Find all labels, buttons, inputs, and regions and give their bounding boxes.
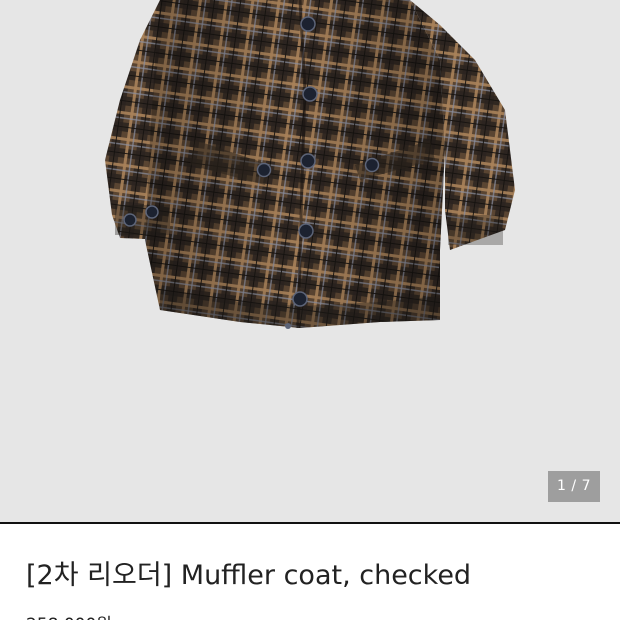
image-counter-current: 1: [557, 478, 567, 494]
image-counter-total: 7: [581, 478, 591, 494]
product-price: 258,000원: [26, 610, 112, 620]
product-photo[interactable]: [0, 0, 620, 522]
product-title: [2차 리오더] Muffler coat, checked: [26, 560, 472, 591]
image-counter: 1 / 7: [548, 471, 600, 502]
image-counter-separator: /: [571, 478, 577, 494]
product-image-gallery[interactable]: 1 / 7: [0, 0, 620, 522]
section-divider: [0, 522, 620, 524]
product-detail-page: 1 / 7 [2차 리오더] Muffler coat, checked 258…: [0, 0, 620, 620]
right-cuff: [448, 215, 503, 245]
